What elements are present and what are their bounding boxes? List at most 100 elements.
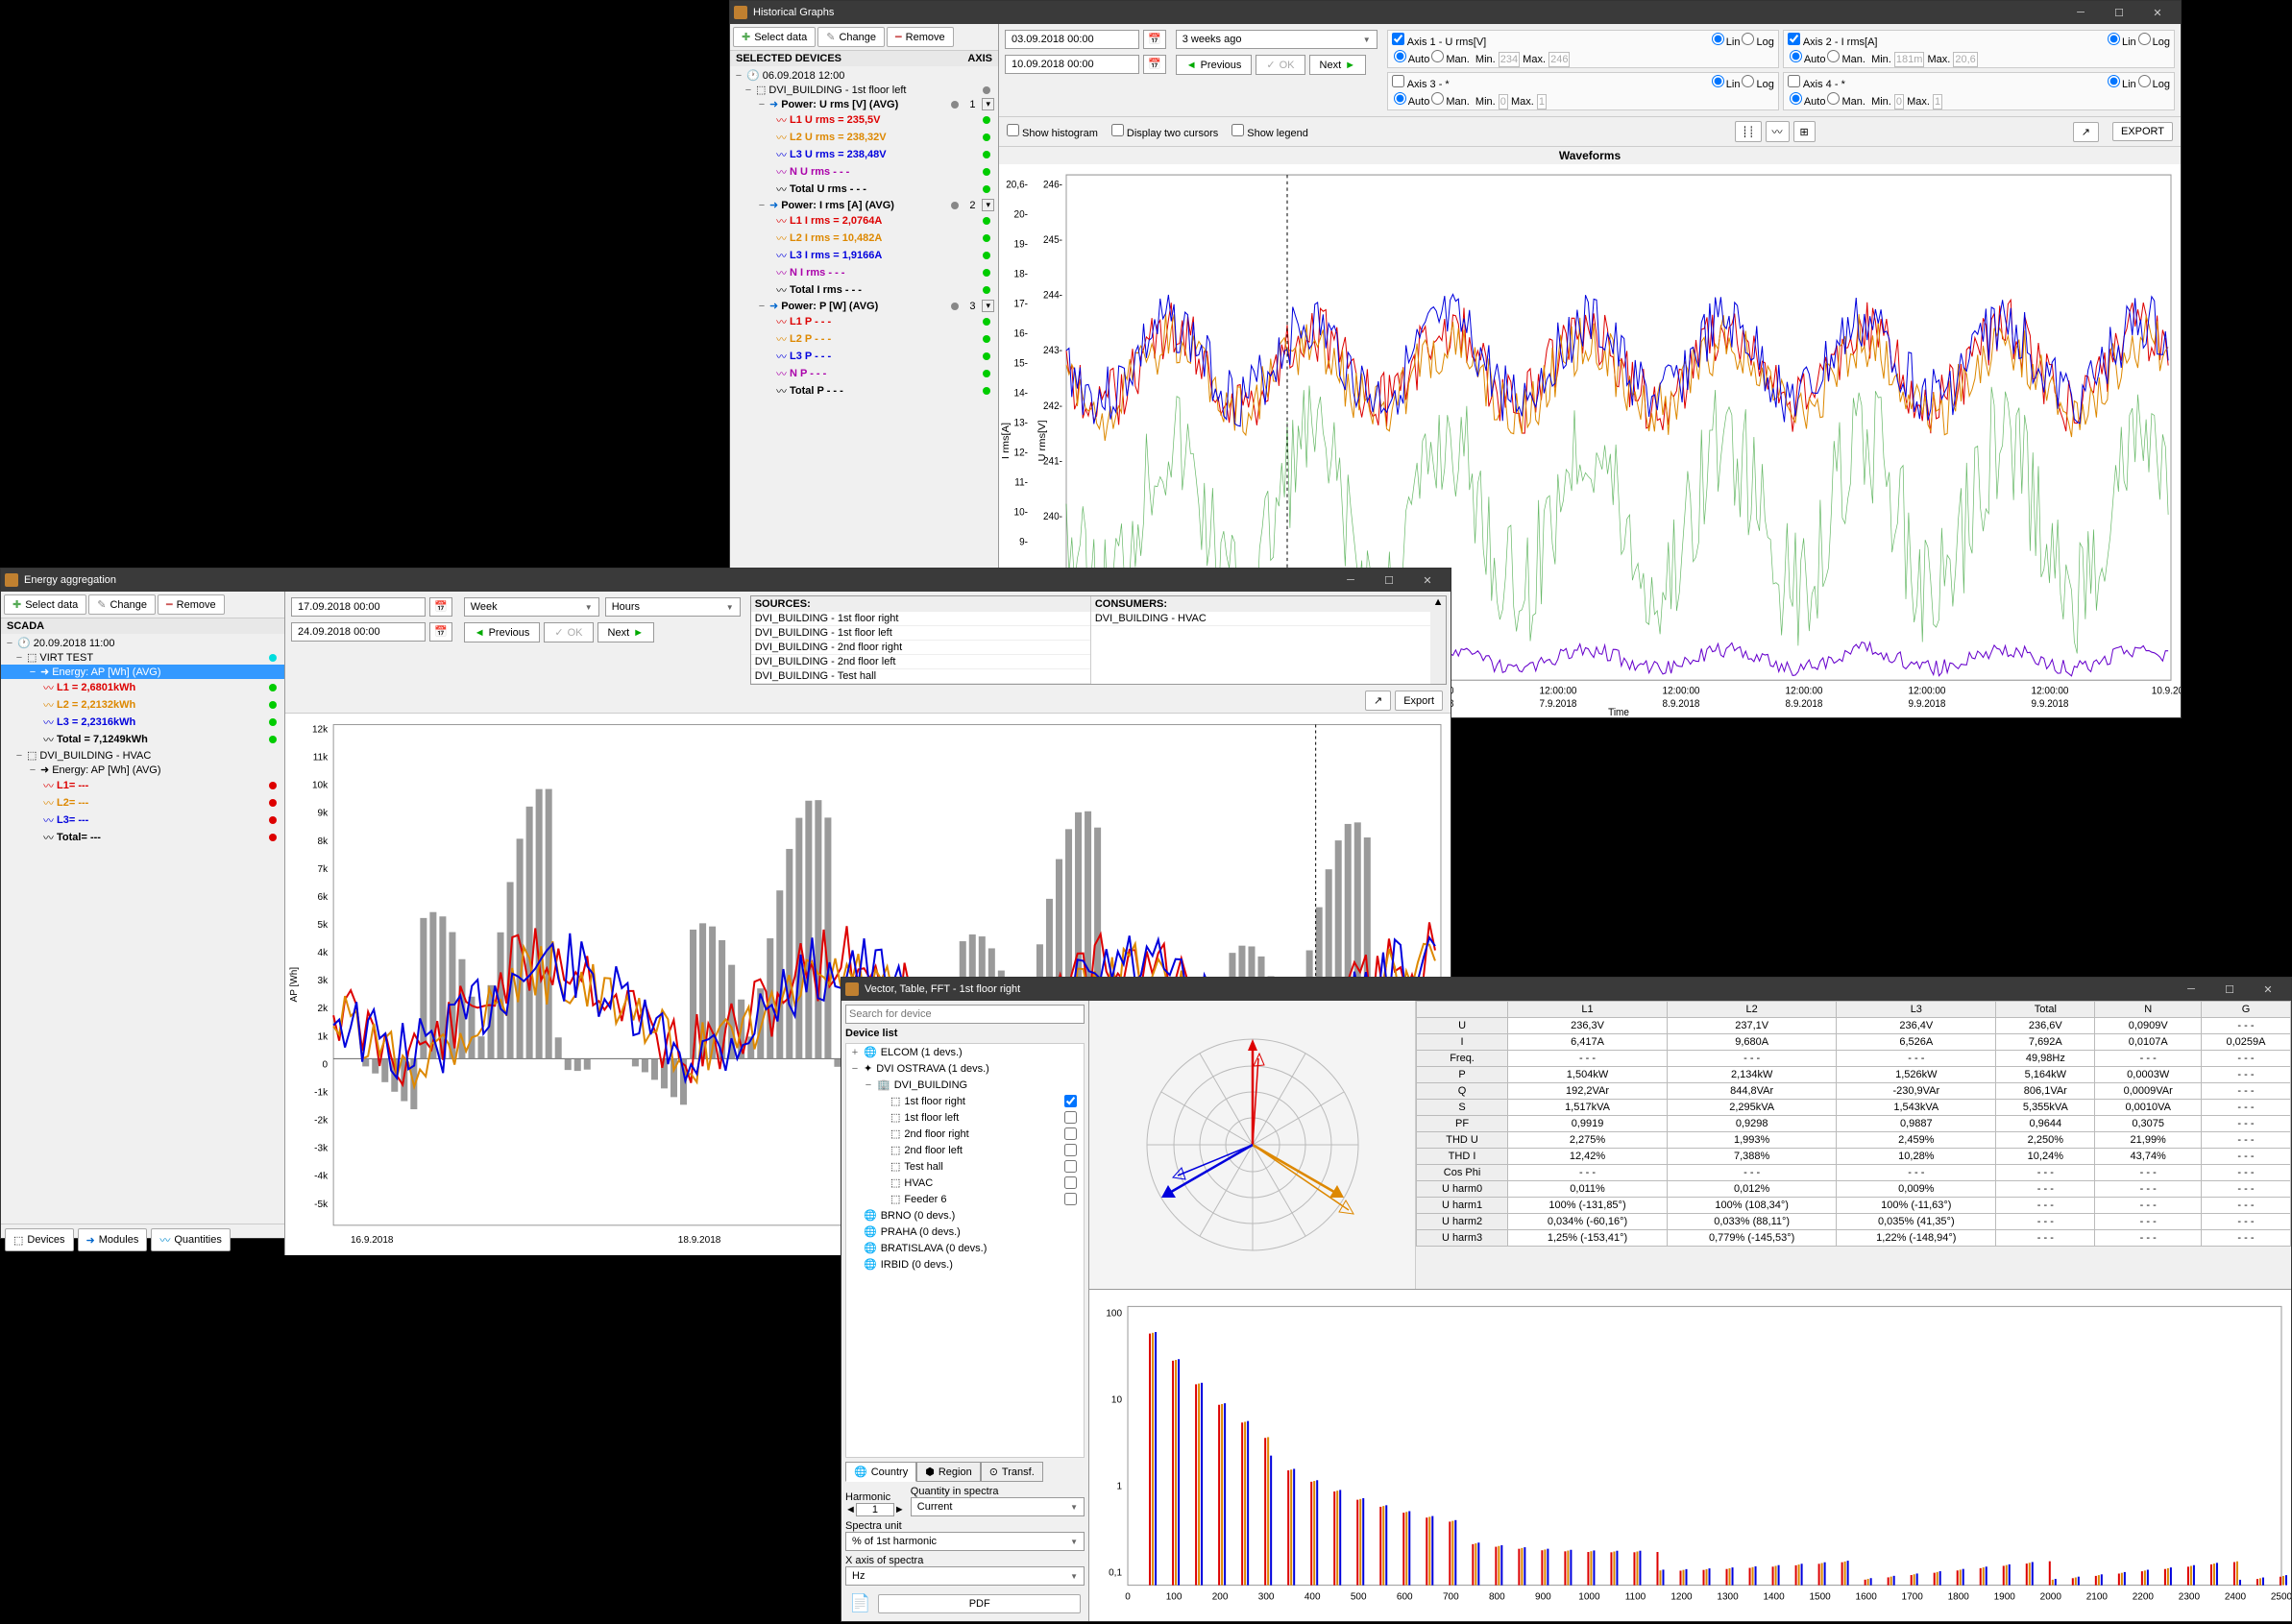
titlebar[interactable]: Vector, Table, FFT - 1st floor right ─☐✕ [841,978,2291,1001]
channel-row[interactable]: 〰Total I rms - - - [730,281,998,299]
device-check[interactable] [1064,1095,1077,1107]
xaxis-combo[interactable]: Hz [845,1566,1085,1586]
device-check[interactable] [1064,1144,1077,1156]
tree-node[interactable]: 🌐PRAHA (0 devs.) [846,1224,1084,1240]
quantity-combo[interactable]: Current [911,1497,1085,1516]
device-check[interactable] [1064,1160,1077,1173]
sources-consumers-table[interactable]: SOURCES: DVI_BUILDING - 1st floor rightD… [750,595,1447,685]
range-combo[interactable]: 3 weeks ago [1176,30,1378,49]
spectra-unit-combo[interactable]: % of 1st harmonic [845,1532,1085,1551]
change-button[interactable]: ✎Change [817,27,885,47]
channel-row[interactable]: 〰L2= --- [1,794,284,812]
ok-button[interactable]: ✓OK [544,622,593,642]
pan-button[interactable]: ⊞ [1793,121,1816,142]
spectra-chart[interactable]: 1001010,1 010020030040050060070080090010… [1089,1289,2291,1621]
export-button[interactable]: EXPORT [2112,122,2173,141]
calendar-icon[interactable]: 📅 [1143,30,1166,49]
channel-row[interactable]: 〰L2 = 2,2132kWh [1,696,284,714]
expand-icon[interactable]: ↗ [1365,691,1391,711]
transf-tab[interactable]: ⊙Transf. [981,1462,1043,1482]
harmonic-up[interactable]: ► [894,1504,905,1515]
tree-node[interactable]: ⬚Feeder 6 [846,1191,1084,1207]
calendar-icon[interactable]: 📅 [1143,55,1166,74]
change-button[interactable]: ✎Change [88,594,156,615]
date-from[interactable]: 17.09.2018 00:00 [291,597,426,617]
quantity-group[interactable]: −➜Power: P [W] (AVG)3▾ [730,299,998,313]
channel-row[interactable]: 〰Total = 7,1249kWh [1,731,284,748]
close-button[interactable]: ✕ [1408,569,1447,592]
unit-combo[interactable]: Hours [605,597,741,617]
display-cursors-check[interactable]: Display two cursors [1111,124,1218,139]
date-to[interactable]: 10.09.2018 00:00 [1005,55,1139,74]
channel-row[interactable]: 〰Total P - - - [730,382,998,400]
tree-node[interactable]: ⬚2nd floor right [846,1126,1084,1142]
select-data-button[interactable]: ✚Select data [4,594,86,615]
date-to[interactable]: 24.09.2018 00:00 [291,622,426,642]
maximize-button[interactable]: ☐ [2210,978,2249,1001]
harmonic-down[interactable]: ◄ [845,1504,856,1515]
select-data-button[interactable]: ✚Select data [733,27,816,47]
scrollbar[interactable]: ▲ [1430,596,1446,684]
titlebar[interactable]: Energy aggregation ─☐✕ [1,569,1451,592]
devices-tab[interactable]: ⬚Devices [5,1228,74,1251]
maximize-button[interactable]: ☐ [2100,1,2138,24]
channel-row[interactable]: 〰L3 P - - - [730,348,998,365]
channel-row[interactable]: 〰L1 U rms = 235,5V [730,111,998,129]
tree-node[interactable]: ⬚1st floor right [846,1093,1084,1109]
ok-button[interactable]: ✓OK [1256,55,1304,75]
channel-row[interactable]: 〰Total U rms - - - [730,181,998,198]
remove-button[interactable]: ━Remove [158,594,225,615]
channel-row[interactable]: 〰L3 I rms = 1,9166A [730,247,998,264]
quantity-row[interactable]: −➜Energy: AP [Wh] (AVG) [1,665,284,679]
device-check[interactable] [1064,1111,1077,1124]
device-tree[interactable]: +🌐ELCOM (1 devs.)−✦DVI OSTRAVA (1 devs.)… [845,1043,1085,1458]
channel-row[interactable]: 〰L1= --- [1,777,284,794]
channel-row[interactable]: 〰L3= --- [1,812,284,829]
measurement-table[interactable]: L1L2L3TotalNGU236,3V237,1V236,4V236,6V0,… [1416,1001,2291,1289]
quantities-tab[interactable]: 〰Quantities [151,1228,231,1251]
minimize-button[interactable]: ─ [2172,978,2210,1001]
channel-row[interactable]: 〰L2 I rms = 10,482A [730,230,998,247]
zoom-button[interactable]: 〰 [1766,121,1790,142]
channel-row[interactable]: 〰L3 = 2,2316kWh [1,714,284,731]
minimize-button[interactable]: ─ [2061,1,2100,24]
channel-row[interactable]: 〰L2 U rms = 238,32V [730,129,998,146]
channel-row[interactable]: 〰N P - - - [730,365,998,382]
titlebar[interactable]: Historical Graphs ─☐✕ [730,1,2181,24]
prev-button[interactable]: ◄Previous [464,622,541,642]
period-combo[interactable]: Week [464,597,599,617]
channel-row[interactable]: 〰N U rms - - - [730,163,998,181]
channel-row[interactable]: 〰L1 P - - - [730,313,998,330]
remove-button[interactable]: ━Remove [887,27,954,47]
tree-node[interactable]: 🌐BRNO (0 devs.) [846,1207,1084,1224]
device-check[interactable] [1064,1193,1077,1205]
pdf-button[interactable]: PDF [878,1594,1081,1613]
channel-row[interactable]: 〰L1 = 2,6801kWh [1,679,284,696]
minimize-button[interactable]: ─ [1331,569,1370,592]
device-row[interactable]: −⬚DVI_BUILDING - HVAC [1,748,284,763]
show-histogram-check[interactable]: Show histogram [1007,124,1098,139]
tree-node[interactable]: +🌐ELCOM (1 devs.) [846,1044,1084,1060]
date-from[interactable]: 03.09.2018 00:00 [1005,30,1139,49]
channel-row[interactable]: 〰L2 P - - - [730,330,998,348]
close-button[interactable]: ✕ [2249,978,2287,1001]
country-tab[interactable]: 🌐Country [845,1462,916,1482]
device-check[interactable] [1064,1127,1077,1140]
region-tab[interactable]: ⬢Region [916,1462,980,1482]
channel-row[interactable]: 〰L3 U rms = 238,48V [730,146,998,163]
close-button[interactable]: ✕ [2138,1,2177,24]
next-button[interactable]: Next► [1309,55,1367,75]
prev-button[interactable]: ◄Previous [1176,55,1253,75]
channel-row[interactable]: 〰Total= --- [1,829,284,846]
export-button[interactable]: Export [1395,691,1443,711]
expand-icon[interactable]: ↗ [2073,122,2099,142]
device-row[interactable]: −⬚VIRT TEST [1,650,284,665]
tree-node[interactable]: 🌐BRATISLAVA (0 devs.) [846,1240,1084,1256]
tree-node[interactable]: 🌐IRBID (0 devs.) [846,1256,1084,1273]
calendar-icon[interactable]: 📅 [429,622,452,642]
search-input[interactable] [845,1005,1085,1024]
tree-node[interactable]: ⬚HVAC [846,1175,1084,1191]
next-button[interactable]: Next► [597,622,655,642]
tree-node[interactable]: ⬚Test hall [846,1158,1084,1175]
maximize-button[interactable]: ☐ [1370,569,1408,592]
